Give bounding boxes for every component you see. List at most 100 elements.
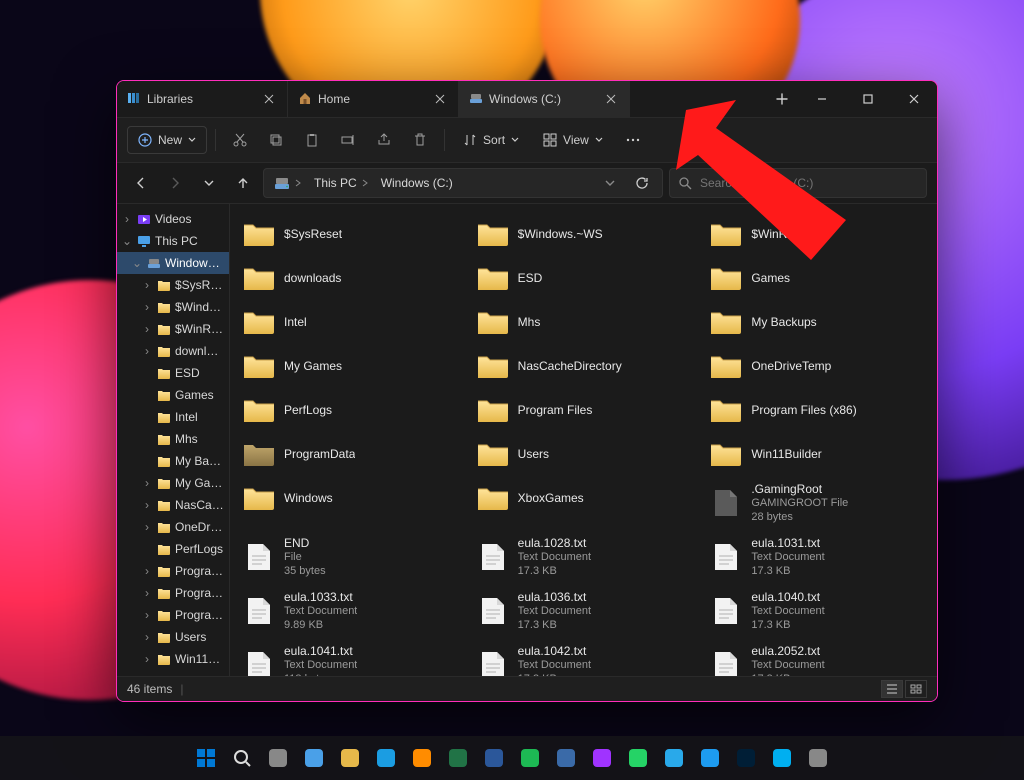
tab[interactable]: Windows (C:) <box>459 81 630 117</box>
taskbar-app-powertoys[interactable] <box>551 743 581 773</box>
expand-toggle[interactable]: › <box>141 300 153 314</box>
tree-node[interactable]: My Backups <box>117 450 229 472</box>
file-item[interactable]: Games <box>705 258 929 298</box>
delete-button[interactable] <box>404 124 436 156</box>
tree-node[interactable]: ⌄ Windows (C:) <box>117 252 229 274</box>
file-item[interactable]: Program Files (x86) <box>705 390 929 430</box>
tree-node[interactable]: › Win11Builder <box>117 648 229 670</box>
sort-button[interactable]: Sort <box>453 127 529 153</box>
taskbar-app-search[interactable] <box>227 743 257 773</box>
taskbar-app-explorer[interactable] <box>335 743 365 773</box>
share-button[interactable] <box>368 124 400 156</box>
tree-node[interactable]: Intel <box>117 406 229 428</box>
recent-locations-button[interactable] <box>195 169 223 197</box>
file-item[interactable]: NasCacheDirectory <box>472 346 696 386</box>
taskbar-app-word[interactable] <box>479 743 509 773</box>
file-item[interactable]: eula.1033.txtText Document9.89 KB <box>238 586 462 636</box>
expand-toggle[interactable]: › <box>141 498 153 512</box>
file-item[interactable]: eula.1031.txtText Document17.3 KB <box>705 532 929 582</box>
expand-toggle[interactable]: ⌄ <box>131 256 143 270</box>
file-item[interactable]: ProgramData <box>238 434 462 474</box>
expand-toggle[interactable]: › <box>141 322 153 336</box>
file-item[interactable]: Windows <box>238 478 462 518</box>
taskbar-app-whatsapp[interactable] <box>623 743 653 773</box>
copy-button[interactable] <box>260 124 292 156</box>
file-item[interactable]: My Backups <box>705 302 929 342</box>
file-item[interactable]: $Windows.~WS <box>472 214 696 254</box>
expand-toggle[interactable]: › <box>141 520 153 534</box>
view-toggle[interactable] <box>881 680 927 698</box>
file-item[interactable]: XboxGames <box>472 478 696 518</box>
taskbar-app-spotify[interactable] <box>515 743 545 773</box>
file-item[interactable]: ENDFile35 bytes <box>238 532 462 582</box>
expand-toggle[interactable]: › <box>141 278 153 292</box>
expand-toggle[interactable]: › <box>141 652 153 666</box>
file-item[interactable]: Mhs <box>472 302 696 342</box>
taskbar-app-messenger[interactable] <box>587 743 617 773</box>
taskbar-app-settings[interactable] <box>803 743 833 773</box>
file-item[interactable]: eula.1028.txtText Document17.3 KB <box>472 532 696 582</box>
expand-toggle[interactable]: ⌄ <box>121 234 133 248</box>
up-button[interactable] <box>229 169 257 197</box>
expand-toggle[interactable]: › <box>141 586 153 600</box>
file-item[interactable]: eula.1040.txtText Document17.3 KB <box>705 586 929 636</box>
cut-button[interactable] <box>224 124 256 156</box>
expand-toggle[interactable]: › <box>141 674 153 676</box>
file-item[interactable]: PerfLogs <box>238 390 462 430</box>
tree-node[interactable]: Games <box>117 384 229 406</box>
file-item[interactable]: .GamingRootGAMINGROOT File28 bytes <box>705 478 929 528</box>
taskbar-app-edge[interactable] <box>371 743 401 773</box>
refresh-button[interactable] <box>628 169 656 197</box>
file-list[interactable]: $SysReset$Windows.~WS$WinREAgent download… <box>230 204 937 676</box>
taskbar-app-vlc[interactable] <box>407 743 437 773</box>
taskbar-app-photoshop[interactable] <box>731 743 761 773</box>
tree-node[interactable]: › My Games <box>117 472 229 494</box>
taskbar-app-start[interactable] <box>191 743 221 773</box>
file-item[interactable]: OneDriveTemp <box>705 346 929 386</box>
tree-node[interactable]: › $WinREAgent <box>117 318 229 340</box>
tab[interactable]: Libraries <box>117 81 288 117</box>
expand-toggle[interactable]: › <box>141 608 153 622</box>
tree-node[interactable]: › Program Files <box>117 560 229 582</box>
file-item[interactable]: Users <box>472 434 696 474</box>
file-item[interactable]: My Games <box>238 346 462 386</box>
file-item[interactable]: eula.1036.txtText Document17.3 KB <box>472 586 696 636</box>
file-item[interactable]: Intel <box>238 302 462 342</box>
address-bar[interactable]: This PC Windows (C:) <box>263 168 663 198</box>
tree-node[interactable]: › downloads <box>117 340 229 362</box>
tree-node[interactable]: › Videos <box>117 208 229 230</box>
taskbar-app-twitter[interactable] <box>695 743 725 773</box>
file-item[interactable]: $WinREAgent <box>705 214 929 254</box>
tiles-view-button[interactable] <box>905 680 927 698</box>
back-button[interactable] <box>127 169 155 197</box>
details-view-button[interactable] <box>881 680 903 698</box>
file-item[interactable]: eula.1041.txtText Document118 bytes <box>238 640 462 676</box>
file-item[interactable]: Program Files <box>472 390 696 430</box>
forward-button[interactable] <box>161 169 189 197</box>
tree-node[interactable]: PerfLogs <box>117 538 229 560</box>
tree-node[interactable]: › ProgramData <box>117 604 229 626</box>
file-item[interactable]: downloads <box>238 258 462 298</box>
breadcrumb-segment[interactable]: Windows (C:) <box>377 174 457 192</box>
tree-node[interactable]: ⌄ This PC <box>117 230 229 252</box>
expand-toggle[interactable]: › <box>121 212 133 226</box>
file-item[interactable]: $SysReset <box>238 214 462 254</box>
search-box[interactable] <box>669 168 927 198</box>
tree-node[interactable]: › $Windows.~WS <box>117 296 229 318</box>
rename-button[interactable] <box>332 124 364 156</box>
breadcrumb-root-icon[interactable] <box>270 173 306 193</box>
expand-toggle[interactable]: › <box>141 630 153 644</box>
tab[interactable]: Home <box>288 81 459 117</box>
more-button[interactable] <box>617 124 649 156</box>
navigation-tree[interactable]: › Videos⌄ This PC⌄ Windows (C:)› $SysRes… <box>117 204 230 676</box>
tab-close-button[interactable] <box>603 91 619 107</box>
taskbar-app-telegram[interactable] <box>659 743 689 773</box>
view-button[interactable]: View <box>533 127 613 153</box>
file-item[interactable]: ESD <box>472 258 696 298</box>
tree-node[interactable]: › NasCacheDirectory <box>117 494 229 516</box>
expand-toggle[interactable]: › <box>141 476 153 490</box>
tree-node[interactable]: › Users <box>117 626 229 648</box>
maximize-button[interactable] <box>845 81 891 117</box>
file-item[interactable]: Win11Builder <box>705 434 929 474</box>
tab-close-button[interactable] <box>432 91 448 107</box>
